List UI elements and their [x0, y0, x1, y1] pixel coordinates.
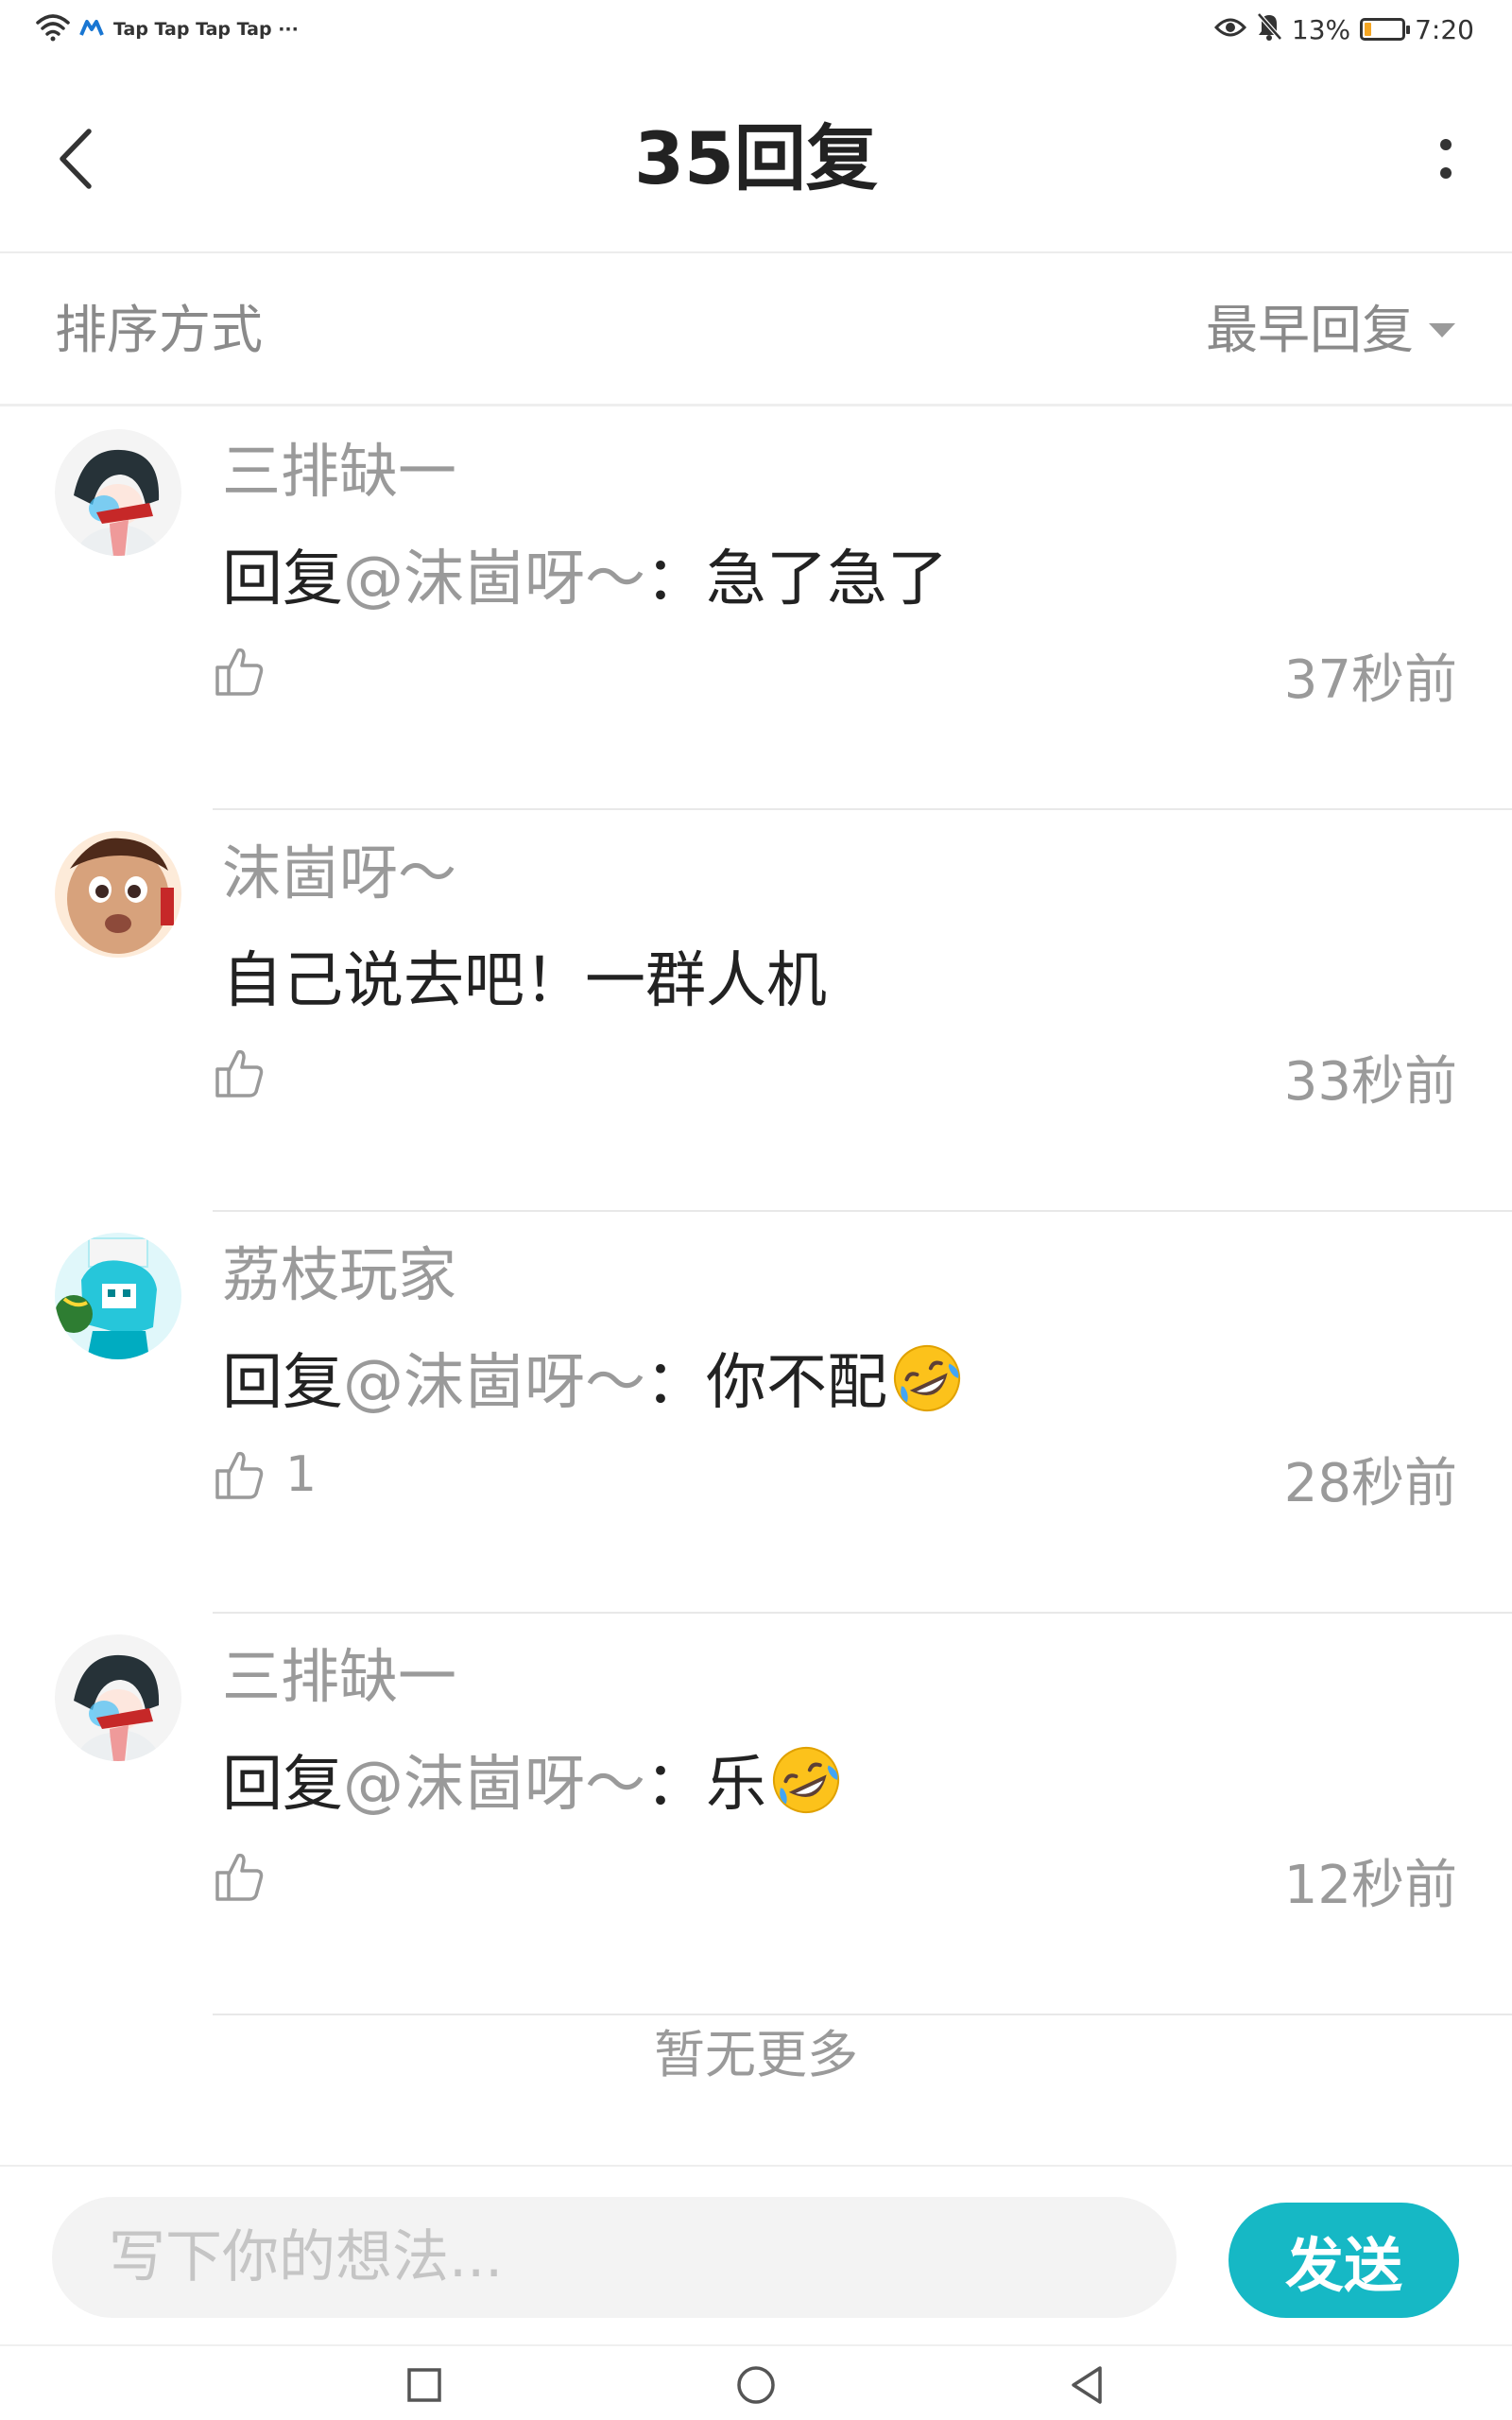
reply-separator: ：: [645, 1348, 706, 1418]
back-nav-button[interactable]: [1063, 2361, 1110, 2409]
reply-prefix: 回复: [222, 1750, 343, 1820]
reply-separator: ：: [645, 544, 706, 614]
reply-username[interactable]: 三排缺一: [222, 1634, 456, 1720]
status-bar: Tap Tap Tap Tap ··· 13% 7:20: [0, 0, 1512, 57]
recents-button[interactable]: [401, 2361, 448, 2409]
app-logo-icon: [79, 18, 104, 42]
divider: [213, 2014, 1512, 2015]
more-button[interactable]: [1418, 121, 1474, 197]
triangle-back-icon: [1072, 2366, 1102, 2404]
avatar[interactable]: [55, 1233, 181, 1359]
caret-down-icon: [1429, 323, 1455, 337]
app-indicators: Tap Tap Tap Tap ···: [113, 19, 299, 40]
reply-item: 三排缺一 回复@沫崮呀～：乐 12秒前: [0, 1614, 1512, 2015]
reply-username[interactable]: 荔枝玩家: [222, 1233, 456, 1318]
avatar[interactable]: [55, 1634, 181, 1761]
rofl-emoji-icon: [773, 1747, 839, 1813]
reply-content: 回复@沫崮呀～：乐: [222, 1742, 842, 1827]
battery-icon: [1360, 18, 1411, 41]
reply-text: 乐: [706, 1750, 766, 1820]
reply-content: 回复@沫崮呀～：你不配: [222, 1340, 963, 1426]
reply-content: 自己说去吧！一群人机: [222, 939, 827, 1024]
like-button[interactable]: [210, 1045, 285, 1101]
wifi-icon: [36, 13, 70, 46]
reply-content: 回复@沫崮呀～：急了急了: [222, 537, 948, 622]
clock: 7:20: [1415, 13, 1474, 45]
status-left: Tap Tap Tap Tap ···: [36, 13, 299, 45]
reply-mention[interactable]: @沫崮呀～: [343, 544, 645, 614]
avatar[interactable]: [55, 831, 181, 958]
reply-username[interactable]: 沫崮呀～: [222, 831, 456, 916]
reply-item: 沫崮呀～ 自己说去吧！一群人机 33秒前: [0, 810, 1512, 1212]
reply-list: 三排缺一 回复@沫崮呀～：急了急了 37秒前 沫崮呀～ 自己说去吧！一群人机 3…: [0, 408, 1512, 2015]
thumbs-up-icon: [215, 1451, 264, 1499]
reply-text: 你不配: [706, 1348, 887, 1418]
sort-label: 排序方式: [55, 300, 264, 360]
sort-bar: 排序方式 最早回复: [0, 255, 1512, 406]
battery-percent: 13%: [1291, 13, 1351, 45]
no-more-text: 暂无更多: [654, 2025, 858, 2084]
reply-text: 自己说去吧！一群人机: [222, 946, 827, 1016]
header: 35回复: [0, 57, 1512, 253]
mute-bell-icon: [1256, 11, 1282, 47]
reply-item: 三排缺一 回复@沫崮呀～：急了急了 37秒前: [0, 408, 1512, 810]
page-title: 35回复: [634, 116, 878, 200]
square-icon: [407, 2368, 441, 2402]
reply-time: 12秒前: [1283, 1855, 1457, 1916]
system-nav-bar: [0, 2344, 1512, 2420]
composer-bar: 发送: [0, 2165, 1512, 2344]
avatar[interactable]: [55, 429, 181, 556]
reply-input[interactable]: [52, 2197, 1177, 2318]
circle-icon: [737, 2366, 775, 2404]
like-button[interactable]: [210, 643, 285, 700]
sort-dropdown[interactable]: 最早回复: [1206, 297, 1457, 363]
eye-icon: [1213, 14, 1246, 45]
status-right: 13% 7:20: [1213, 11, 1474, 47]
reply-text: 急了急了: [706, 544, 948, 614]
thumbs-up-icon: [215, 1853, 264, 1901]
thumbs-up-icon: [215, 1049, 264, 1098]
home-button[interactable]: [732, 2361, 780, 2409]
rofl-emoji-icon: [894, 1345, 960, 1411]
reply-item: 荔枝玩家 回复@沫崮呀～：你不配 1 28秒前: [0, 1212, 1512, 1614]
reply-time: 37秒前: [1283, 649, 1457, 711]
thumbs-up-icon: [215, 648, 264, 696]
sort-selected-value: 最早回复: [1205, 300, 1414, 360]
reply-username[interactable]: 三排缺一: [222, 429, 456, 514]
reply-separator: ：: [645, 1750, 706, 1820]
reply-mention[interactable]: @沫崮呀～: [343, 1750, 645, 1820]
reply-time: 33秒前: [1283, 1051, 1457, 1113]
reply-mention[interactable]: @沫崮呀～: [343, 1348, 645, 1418]
send-button[interactable]: 发送: [1228, 2203, 1459, 2318]
reply-prefix: 回复: [222, 1348, 343, 1418]
like-button[interactable]: 1: [210, 1446, 317, 1503]
like-count: 1: [285, 1446, 318, 1503]
reply-time: 28秒前: [1283, 1453, 1457, 1514]
more-vertical-icon: [1440, 139, 1452, 179]
reply-prefix: 回复: [222, 544, 343, 614]
like-button[interactable]: [210, 1848, 285, 1905]
